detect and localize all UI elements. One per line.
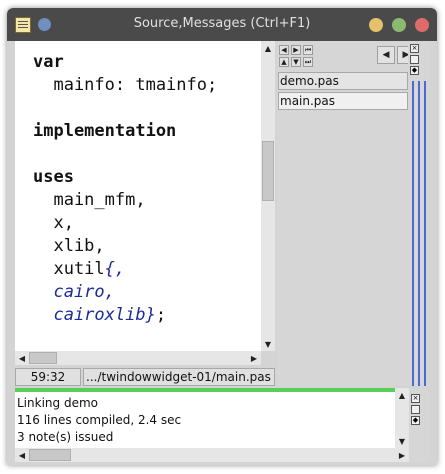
cursor-position: 59:32 (15, 368, 81, 386)
scroll-thumb[interactable] (262, 141, 274, 201)
editor-vertical-scrollbar[interactable]: ▲ ▼ (261, 41, 275, 351)
dock-strip: × ◆ (408, 41, 429, 386)
code-line-5: main_mfm, (33, 190, 146, 210)
maximize-icon[interactable] (410, 55, 419, 64)
code-line-8: xutil{, (33, 259, 125, 279)
arrow-up-icon[interactable]: ▲ (395, 388, 409, 402)
code-line-9: cairo, (33, 282, 115, 302)
code-line-3: implementation (33, 121, 176, 141)
code-text: xlib, (33, 236, 105, 256)
messages-horizontal-scrollbar[interactable]: ◀ ▶ (15, 448, 409, 462)
code-line-6: x, (33, 213, 74, 233)
comment-text: cairoxlib} (33, 305, 156, 325)
keyword: implementation (33, 121, 177, 141)
close-button[interactable] (415, 18, 429, 32)
scroll-thumb[interactable] (29, 352, 57, 364)
arrow-down-icon[interactable]: ▼ (291, 57, 301, 67)
code-line-1: var (33, 52, 64, 72)
arrow-left-icon[interactable]: ◀ (15, 351, 29, 365)
code-text: main_mfm, (33, 190, 146, 210)
splitter[interactable] (418, 81, 420, 386)
comment-text: cairo, (33, 282, 115, 302)
arrow-left-icon[interactable]: ◀ (15, 448, 29, 462)
code-text: x, (33, 213, 74, 233)
code-text: ; (155, 305, 167, 325)
comment-text: {, (104, 259, 126, 279)
messages-vertical-scrollbar[interactable]: ▲ ▼ (395, 388, 409, 448)
code-text: mainfo: tmainfo; (33, 75, 218, 95)
arrow-left-icon[interactable]: ◀ (377, 46, 395, 64)
code-line-10: cairoxlib}; (33, 305, 166, 325)
window-title: Source,Messages (Ctrl+F1) (133, 16, 311, 31)
maximize-button[interactable] (392, 18, 406, 32)
collapse-icon[interactable]: ◆ (410, 66, 419, 75)
scroll-thumb[interactable] (29, 449, 71, 461)
message-line: 3 note(s) issued (17, 430, 114, 444)
status-bar: 59:32 .../twindowwidget-01/main.pas (15, 368, 275, 386)
file-list-panel: ◀ ▶ ⏮ ▲ ▼ ⏭ ◀ ▶ demo.pas main.pas (277, 41, 417, 386)
message-line: 116 lines compiled, 2.4 sec (17, 413, 182, 427)
editor-horizontal-scrollbar[interactable]: ◀ ▶ (15, 351, 261, 365)
keyword: var (33, 52, 64, 72)
ide-window: Source,Messages (Ctrl+F1) var mainfo: tm… (7, 8, 437, 465)
document-icon[interactable] (15, 17, 31, 33)
messages-dock-strip: × ◆ (409, 388, 429, 462)
maximize-icon[interactable] (411, 405, 420, 414)
arrow-left-icon[interactable]: ◀ (279, 45, 289, 55)
splitter[interactable] (412, 81, 414, 386)
arrow-right-icon[interactable]: ▶ (291, 45, 301, 55)
skip-start-icon[interactable]: ⏮ (303, 45, 313, 55)
arrow-down-icon[interactable]: ▼ (261, 337, 275, 351)
close-icon[interactable]: × (411, 394, 420, 403)
arrow-up-icon[interactable]: ▲ (279, 57, 289, 67)
file-tab-demo[interactable]: demo.pas (278, 72, 408, 90)
message-line: Linking demo (17, 396, 98, 410)
keyword: uses (33, 167, 74, 187)
file-tab-main[interactable]: main.pas (278, 92, 408, 110)
arrow-up-icon[interactable]: ▲ (261, 41, 275, 55)
title-bar[interactable]: Source,Messages (Ctrl+F1) (7, 8, 437, 41)
skip-end-icon[interactable]: ⏭ (303, 57, 313, 67)
minimize-button[interactable] (369, 18, 383, 32)
arrow-right-icon[interactable]: ▶ (395, 448, 409, 462)
code-text: xutil (33, 259, 105, 279)
window-menu-icon[interactable] (38, 18, 51, 31)
code-line-2: mainfo: tmainfo; (33, 75, 217, 95)
splitter[interactable] (424, 81, 426, 386)
code-line-7: xlib, (33, 236, 105, 256)
arrow-right-icon[interactable]: ▶ (247, 351, 261, 365)
close-icon[interactable]: × (410, 44, 419, 53)
source-editor[interactable]: var mainfo: tmainfo; implementation uses… (15, 41, 261, 351)
compile-progress (15, 388, 395, 392)
code-line-4: uses (33, 167, 74, 187)
messages-pane[interactable]: Linking demo 116 lines compiled, 2.4 sec… (15, 388, 395, 448)
file-path: .../twindowwidget-01/main.pas (83, 368, 275, 386)
arrow-down-icon[interactable]: ▼ (395, 434, 409, 448)
collapse-icon[interactable]: ◆ (411, 416, 420, 425)
